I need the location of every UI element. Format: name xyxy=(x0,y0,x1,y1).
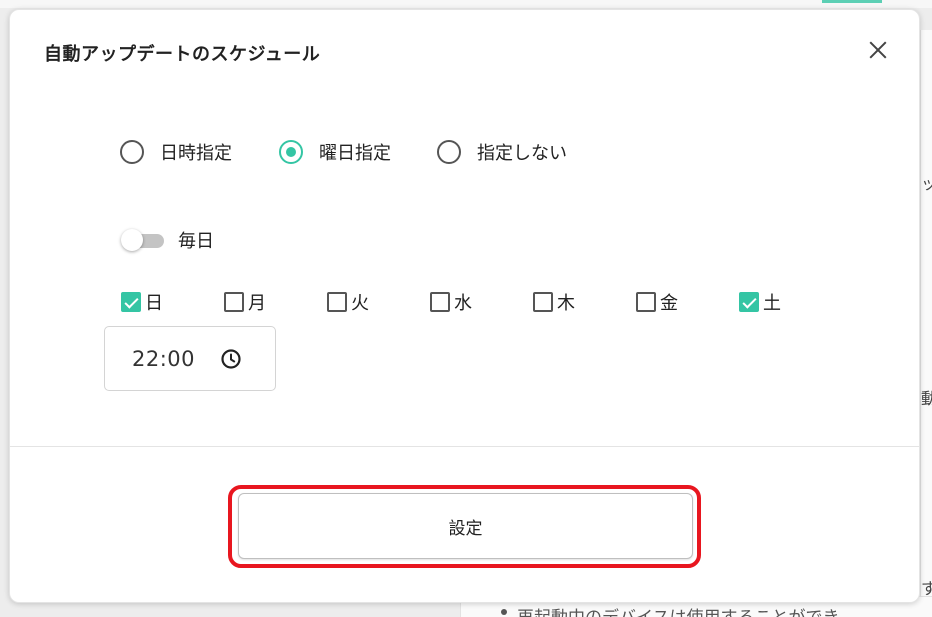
checkbox-thursday[interactable]: 木 xyxy=(533,289,575,315)
submit-button[interactable]: 設定 xyxy=(238,493,693,559)
background-header xyxy=(0,0,932,8)
radio-none[interactable]: 指定しない xyxy=(437,139,567,165)
background-text-fragment: 動 xyxy=(921,389,932,408)
radio-circle[interactable] xyxy=(120,140,144,164)
schedule-mode-group: 日時指定 曜日指定 指定しない xyxy=(120,140,567,164)
checkbox-box[interactable] xyxy=(224,292,244,312)
radio-circle[interactable] xyxy=(279,140,303,164)
checkbox-label: 日 xyxy=(145,293,163,314)
checkbox-box[interactable] xyxy=(533,292,553,312)
background-bottom-text: 再起動中のデバイスは使用することができ xyxy=(517,603,840,617)
radio-label: 曜日指定 xyxy=(319,143,391,164)
radio-label: 日時指定 xyxy=(160,143,232,164)
checkbox-box[interactable] xyxy=(327,292,347,312)
checkbox-sunday[interactable]: 日 xyxy=(121,289,163,315)
background-tab-indicator xyxy=(822,0,882,3)
checkbox-box[interactable] xyxy=(430,292,450,312)
radio-datetime[interactable]: 日時指定 xyxy=(120,139,232,165)
radio-weekday[interactable]: 曜日指定 xyxy=(279,139,391,165)
time-value[interactable]: 22:00 xyxy=(132,347,195,371)
checkbox-box[interactable] xyxy=(121,292,141,312)
checkbox-label: 木 xyxy=(557,293,575,314)
checkbox-label: 水 xyxy=(454,293,472,314)
checkbox-label: 土 xyxy=(763,293,781,314)
radio-label: 指定しない xyxy=(477,143,567,164)
checkbox-label: 月 xyxy=(248,293,266,314)
time-input[interactable]: 22:00 xyxy=(104,326,276,391)
close-icon[interactable] xyxy=(864,36,892,64)
everyday-label: 毎日 xyxy=(178,231,214,252)
checkbox-label: 火 xyxy=(351,293,369,314)
footer-divider xyxy=(10,446,919,447)
checkbox-label: 金 xyxy=(660,293,678,314)
background-side-panel: ッ 動 す xyxy=(920,30,932,617)
everyday-toggle-row: 毎日 xyxy=(121,227,214,253)
bullet-icon xyxy=(501,609,507,615)
checkbox-friday[interactable]: 金 xyxy=(636,289,678,315)
schedule-modal: 自動アップデートのスケジュール 日時指定 曜日指定 指定しない 毎日 日 月 火 xyxy=(9,9,920,603)
clock-icon[interactable] xyxy=(220,348,242,370)
modal-title: 自動アップデートのスケジュール xyxy=(44,44,321,65)
checkbox-wednesday[interactable]: 水 xyxy=(430,289,472,315)
checkbox-box[interactable] xyxy=(636,292,656,312)
checkbox-tuesday[interactable]: 火 xyxy=(327,289,369,315)
checkbox-saturday[interactable]: 土 xyxy=(739,289,781,315)
background-text-fragment: ッ xyxy=(921,174,932,193)
radio-circle[interactable] xyxy=(437,140,461,164)
checkbox-box[interactable] xyxy=(739,292,759,312)
toggle-knob[interactable] xyxy=(121,229,143,251)
checkbox-monday[interactable]: 月 xyxy=(224,289,266,315)
everyday-toggle[interactable] xyxy=(121,229,164,251)
